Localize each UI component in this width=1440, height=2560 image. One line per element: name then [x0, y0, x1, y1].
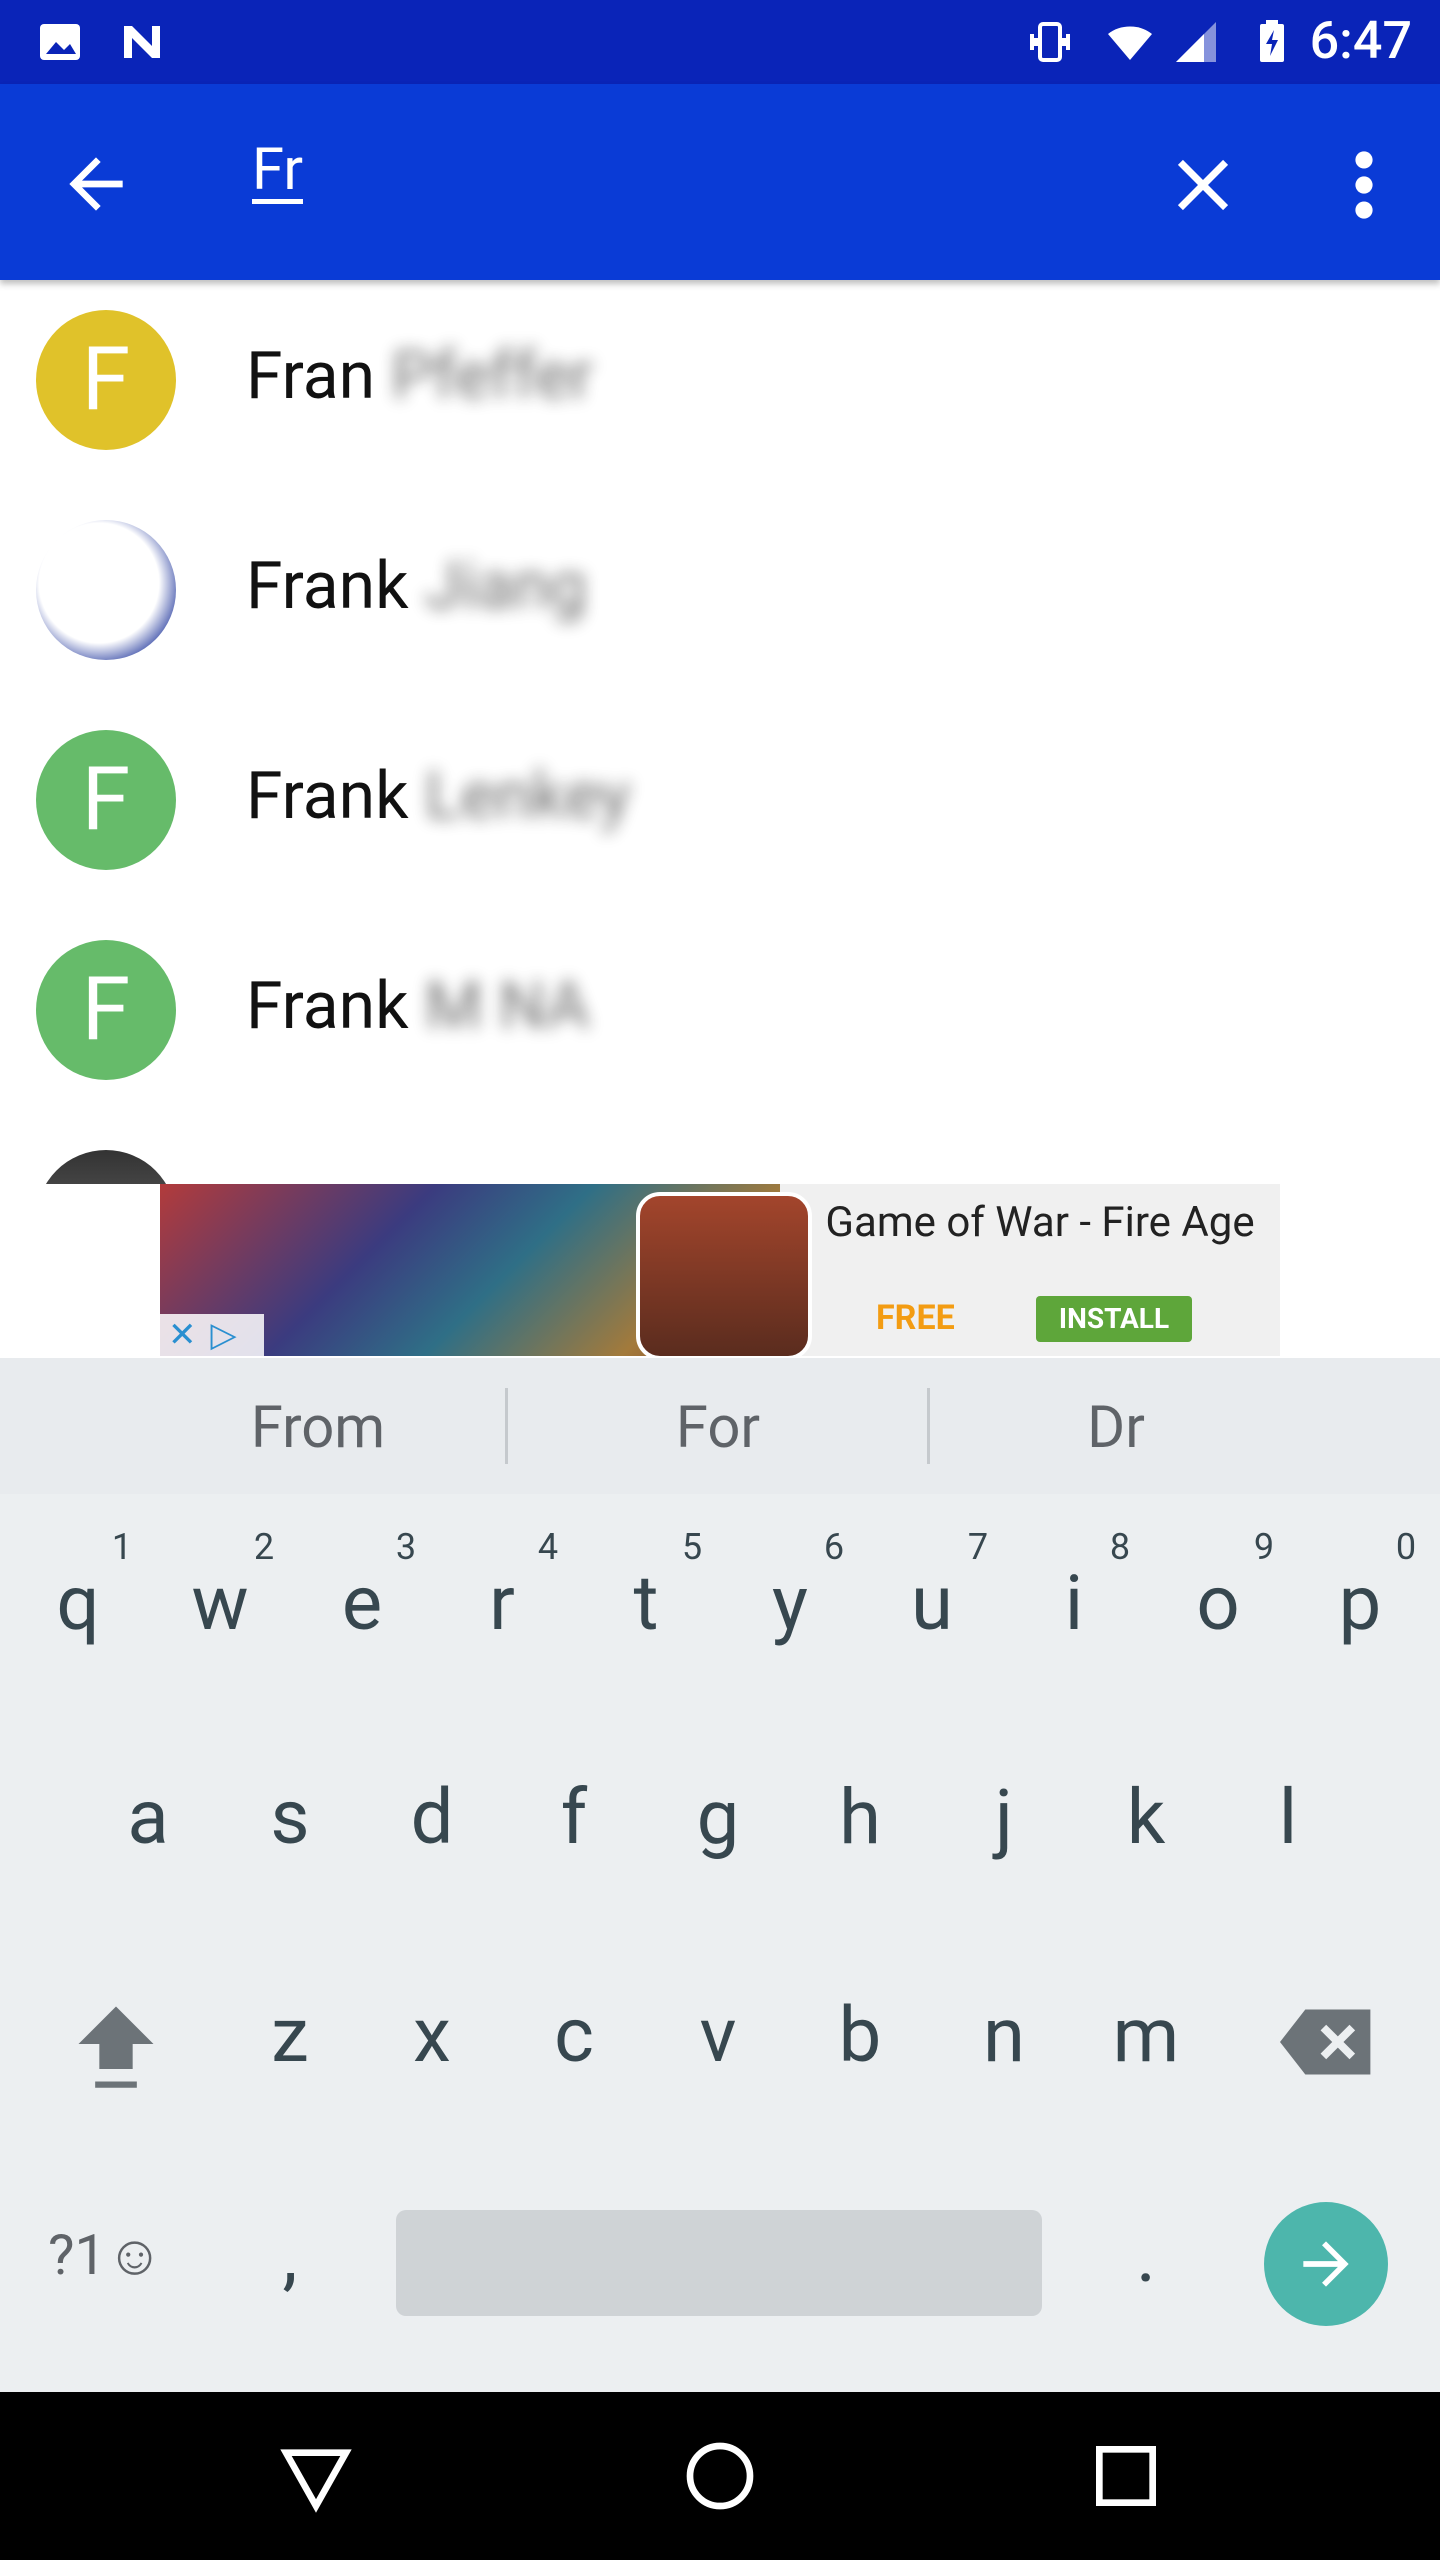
ad-app-icon — [636, 1192, 812, 1356]
key-h[interactable]: h — [790, 1772, 930, 1862]
contact-row[interactable]: F Frank Lenkey — [0, 700, 1440, 910]
key-r[interactable]: r — [432, 1558, 572, 1648]
key-o[interactable]: o — [1148, 1558, 1288, 1648]
contact-row[interactable]: Frank Jiang — [0, 490, 1440, 700]
avatar: F — [36, 730, 176, 870]
recents-nav-icon[interactable] — [1086, 2436, 1166, 2516]
key-s[interactable]: s — [220, 1772, 360, 1862]
key-k[interactable]: k — [1076, 1772, 1216, 1862]
back-arrow-icon[interactable] — [56, 144, 136, 224]
suggestion[interactable]: For — [508, 1394, 928, 1462]
key-a[interactable]: a — [78, 1772, 218, 1862]
key-z[interactable]: z — [220, 1990, 360, 2080]
arrow-right-icon — [1303, 2241, 1349, 2287]
spacebar[interactable] — [396, 2210, 1042, 2316]
contact-name: Fran Pfeffer — [246, 338, 593, 415]
symbols-key[interactable]: ?1☺ — [48, 2222, 163, 2288]
ad-title: Game of War - Fire Age — [825, 1198, 1255, 1247]
suggestion-strip: From For Dr — [0, 1358, 1440, 1494]
avatar — [36, 520, 176, 660]
contact-name: Frank M NA — [246, 968, 590, 1045]
app-notification-icon — [124, 26, 160, 58]
keyboard: 1 2 3 4 5 6 7 8 9 0 q w e r t y u i o p … — [0, 1494, 1440, 2392]
vibrate-icon — [1030, 22, 1070, 62]
back-nav-icon[interactable] — [276, 2436, 356, 2516]
key-e[interactable]: e — [292, 1558, 432, 1648]
clear-icon[interactable] — [1160, 142, 1246, 228]
key-g[interactable]: g — [648, 1772, 788, 1862]
adchoices-icon[interactable]: ✕ ▷ — [160, 1314, 264, 1356]
key-period[interactable]: . — [1076, 2210, 1216, 2300]
key-comma[interactable]: , — [220, 2210, 360, 2300]
key-v[interactable]: v — [648, 1990, 788, 2080]
key-j[interactable]: j — [934, 1772, 1074, 1862]
contact-name: Frank Lenkey — [246, 758, 631, 835]
backspace-icon[interactable] — [1280, 2004, 1374, 2080]
ad-banner[interactable]: Game of War - Fire Age FREE INSTALL ✕ ▷ — [160, 1184, 1280, 1356]
key-m[interactable]: m — [1076, 1990, 1216, 2080]
key-i[interactable]: i — [1004, 1558, 1144, 1648]
contact-row[interactable]: F Frank M NA — [0, 910, 1440, 1120]
contact-name: Frank Jiang — [246, 548, 587, 625]
battery-charging-icon — [1260, 20, 1284, 62]
status-bar: 6:47 — [0, 0, 1440, 84]
enter-button[interactable] — [1264, 2202, 1388, 2326]
key-d[interactable]: d — [362, 1772, 502, 1862]
key-w[interactable]: w — [150, 1558, 290, 1648]
navigation-bar — [0, 2392, 1440, 2560]
search-app-bar: Fr — [0, 84, 1440, 280]
suggestion[interactable]: Dr — [906, 1394, 1326, 1462]
home-nav-icon[interactable] — [680, 2436, 760, 2516]
wifi-icon — [1108, 26, 1152, 60]
key-y[interactable]: y — [720, 1558, 860, 1648]
key-f[interactable]: f — [504, 1772, 644, 1862]
key-l[interactable]: l — [1218, 1772, 1358, 1862]
key-b[interactable]: b — [790, 1990, 930, 2080]
key-p[interactable]: p — [1290, 1558, 1430, 1648]
key-c[interactable]: c — [504, 1990, 644, 2080]
avatar-partial — [36, 1150, 176, 1184]
ad-price: FREE — [876, 1298, 955, 1338]
suggestion[interactable]: From — [108, 1394, 528, 1462]
key-x[interactable]: x — [362, 1990, 502, 2080]
install-button[interactable]: INSTALL — [1036, 1296, 1192, 1342]
avatar: F — [36, 940, 176, 1080]
key-t[interactable]: t — [576, 1558, 716, 1648]
clock: 6:47 — [1309, 10, 1412, 71]
search-input[interactable]: Fr — [252, 136, 303, 204]
cell-signal-icon — [1176, 22, 1216, 62]
key-n[interactable]: n — [934, 1990, 1074, 2080]
key-u[interactable]: u — [862, 1558, 1002, 1648]
avatar: F — [36, 310, 176, 450]
more-options-icon[interactable] — [1340, 142, 1388, 228]
shift-icon[interactable] — [66, 1994, 166, 2094]
key-q[interactable]: q — [8, 1558, 148, 1648]
contact-row[interactable]: F Fran Pfeffer — [0, 280, 1440, 490]
gallery-notification-icon — [40, 24, 80, 60]
